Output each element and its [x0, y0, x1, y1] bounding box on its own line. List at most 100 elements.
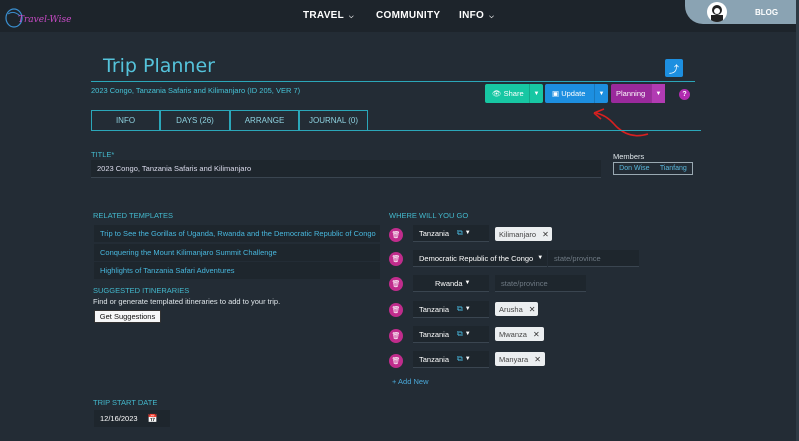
planning-status-button[interactable]: Planning ▼	[611, 84, 665, 103]
trash-icon: 🗑	[391, 358, 401, 365]
place-chip: Arusha ✕	[495, 302, 538, 316]
related-template-link[interactable]: Conquering the Mount Kilimanjaro Summit …	[94, 244, 380, 261]
trip-subtitle: 2023 Congo, Tanzania Safaris and Kiliman…	[91, 86, 301, 95]
nav-info[interactable]: INFO ⌵	[459, 10, 494, 21]
external-link-icon[interactable]: ⧉	[457, 329, 463, 339]
delete-destination-button[interactable]: 🗑	[389, 354, 403, 368]
related-template-link[interactable]: Trip to See the Gorillas of Uganda, Rwan…	[94, 225, 380, 242]
related-template-link[interactable]: Highlights of Tanzania Safari Adventures	[94, 262, 380, 279]
update-label: Update	[561, 89, 586, 98]
country-value: Rwanda	[435, 278, 463, 288]
upload-button[interactable]: ⤴	[665, 59, 683, 77]
title-divider	[91, 81, 695, 82]
trash-icon: 🗑	[391, 333, 401, 340]
upload-icon: ⤴	[669, 64, 679, 76]
remove-chip-icon[interactable]: ✕	[534, 355, 541, 364]
caret-down-icon: ▼	[464, 356, 471, 362]
blog-label: BLOG	[755, 7, 779, 17]
trip-start-date-label: TRIP START DATE	[93, 398, 158, 407]
add-destination-link[interactable]: + Add New	[392, 377, 428, 386]
caret-down-icon: ▼	[464, 230, 471, 236]
tab-days[interactable]: DAYS (26)	[160, 110, 230, 131]
eye-icon: 👁	[492, 89, 502, 98]
member-link[interactable]: Don Wise	[619, 165, 649, 172]
external-link-icon[interactable]: ⧉	[457, 228, 463, 238]
tab-journal[interactable]: JOURNAL (0)	[299, 110, 368, 131]
country-value: Tanzania	[419, 354, 450, 364]
country-select[interactable]: Tanzania ⧉ ▼	[413, 351, 489, 368]
calendar-icon[interactable]: 📅	[148, 414, 158, 423]
country-value: Tanzania	[419, 304, 450, 314]
top-nav: Travel-Wise TRAVEL ⌵ COMMUNITY INFO ⌵ BL…	[0, 0, 799, 32]
state-province-input[interactable]: state/province	[548, 250, 639, 267]
nav-travel[interactable]: TRAVEL ⌵	[303, 10, 354, 21]
external-link-icon[interactable]: ⧉	[457, 354, 463, 364]
external-link-icon[interactable]: ⧉	[457, 304, 463, 314]
share-label: Share	[503, 89, 524, 98]
travel-wise-logo[interactable]: Travel-Wise	[4, 4, 74, 30]
date-value: 12/16/2023	[100, 414, 138, 423]
trash-icon: 🗑	[391, 307, 401, 314]
country-value: Tanzania	[419, 228, 450, 238]
place-chip-label: Mwanza	[499, 329, 527, 339]
trash-icon: 🗑	[391, 256, 401, 263]
planning-dropdown-toggle[interactable]: ▼	[651, 84, 665, 103]
tab-info[interactable]: INFO	[91, 110, 160, 131]
delete-destination-button[interactable]: 🗑	[389, 252, 403, 266]
blog-tab[interactable]: BLOG	[685, 0, 799, 24]
delete-destination-button[interactable]: 🗑	[389, 277, 403, 291]
trash-icon: 🗑	[391, 232, 401, 239]
place-chip: Manyara ✕	[495, 352, 545, 366]
chevron-down-icon: ⌵	[489, 14, 495, 20]
caret-down-icon: ▼	[464, 331, 471, 337]
suggested-itineraries-label: SUGGESTED ITINERARIES	[93, 286, 190, 295]
remove-chip-icon[interactable]: ✕	[533, 330, 540, 339]
chevron-down-icon: ⌵	[348, 14, 354, 20]
members-label: Members	[613, 152, 645, 161]
trash-icon: 🗑	[391, 281, 401, 288]
remove-chip-icon[interactable]: ✕	[542, 230, 549, 239]
member-link[interactable]: Tianfang	[660, 165, 687, 172]
share-dropdown-toggle[interactable]: ▼	[529, 84, 543, 103]
share-button[interactable]: 👁 Share ▼	[485, 84, 543, 103]
place-chip-label: Kilimanjaro	[499, 229, 537, 239]
country-select[interactable]: Tanzania ⧉ ▼	[413, 301, 489, 318]
country-value: Democratic Republic of the Congo	[419, 253, 534, 263]
planning-label: Planning	[616, 89, 646, 98]
tab-divider	[368, 130, 701, 131]
tab-arrange[interactable]: ARRANGE	[230, 110, 299, 131]
delete-destination-button[interactable]: 🗑	[389, 329, 403, 343]
avatar[interactable]	[707, 2, 727, 22]
delete-destination-button[interactable]: 🗑	[389, 303, 403, 317]
remove-chip-icon[interactable]: ✕	[529, 305, 536, 314]
state-province-input[interactable]: state/province	[495, 275, 586, 292]
place-chip: Mwanza ✕	[495, 327, 544, 341]
title-input[interactable]: 2023 Congo, Tanzania Safaris and Kiliman…	[91, 160, 601, 178]
caret-down-icon: ▼	[464, 280, 471, 286]
delete-destination-button[interactable]: 🗑	[389, 228, 403, 242]
save-icon: ▣	[552, 89, 560, 98]
country-select[interactable]: Tanzania ⧉ ▼	[413, 326, 489, 343]
suggested-description: Find or generate templated itineraries t…	[93, 297, 281, 306]
place-chip: Kilimanjaro ✕	[495, 227, 552, 241]
country-select[interactable]: Tanzania ⧉ ▼	[413, 225, 489, 242]
update-button[interactable]: ▣ Update ▼	[545, 84, 608, 103]
country-select[interactable]: Rwanda ▼	[413, 275, 489, 292]
where-will-you-go-label: WHERE WILL YOU GO	[389, 211, 469, 220]
place-chip-label: Arusha	[499, 304, 523, 314]
nav-community[interactable]: COMMUNITY	[376, 10, 440, 21]
get-suggestions-button[interactable]: Get Suggestions	[94, 310, 161, 323]
trip-start-date-input[interactable]: 12/16/2023 📅	[94, 410, 170, 427]
title-label: TITLE*	[91, 150, 115, 159]
page-title: Trip Planner	[103, 55, 215, 77]
caret-down-icon: ▼	[537, 255, 544, 261]
red-arrow-annotation	[593, 108, 649, 137]
country-select[interactable]: Democratic Republic of the Congo ▼	[413, 250, 547, 267]
place-chip-label: Manyara	[499, 354, 529, 364]
related-templates-label: RELATED TEMPLATES	[93, 211, 174, 220]
help-icon[interactable]: ?	[679, 89, 690, 100]
caret-down-icon: ▼	[464, 306, 471, 312]
update-dropdown-toggle[interactable]: ▼	[594, 84, 608, 103]
nav-info-label: INFO	[459, 10, 485, 21]
svg-text:Travel-Wise: Travel-Wise	[18, 15, 71, 25]
